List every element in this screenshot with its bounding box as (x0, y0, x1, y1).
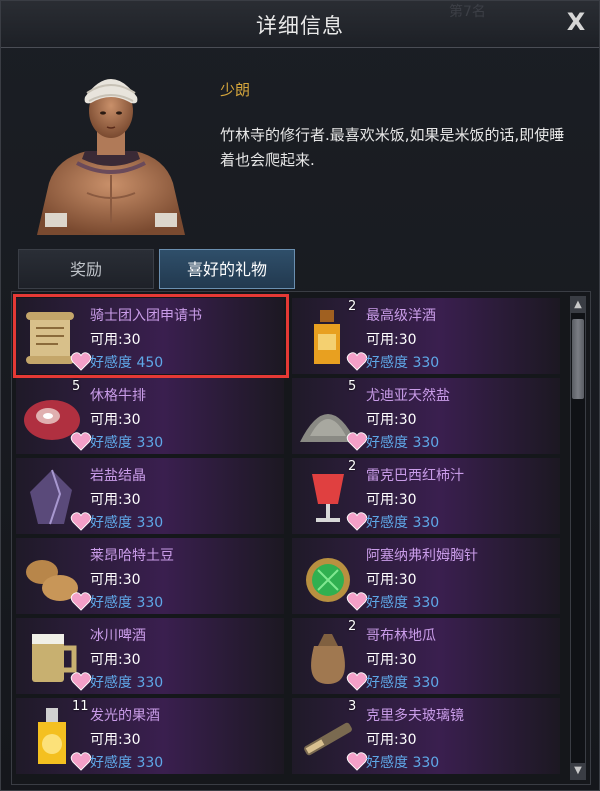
gift-item[interactable]: 岩盐结晶可用:30 好感度 330 (16, 458, 284, 534)
tab-reward[interactable]: 奖励 (18, 249, 154, 289)
item-name: 岩盐结晶 (90, 468, 146, 484)
heart-icon (70, 752, 92, 771)
item-favor: 好感度 330 (90, 435, 164, 451)
item-count: 2 (348, 459, 357, 474)
gift-item[interactable]: 3 克里多夫玻璃镜 可用:30 好感度 330 (292, 698, 560, 774)
item-favor: 好感度 330 (90, 515, 164, 531)
heart-icon (70, 672, 92, 691)
heart-icon (346, 592, 368, 611)
gift-item[interactable]: 11 发光的果酒可用:30 好感度 330 (16, 698, 284, 774)
heart-icon (70, 352, 92, 371)
item-count: 5 (72, 379, 81, 394)
item-count: 11 (72, 699, 89, 714)
gift-item[interactable]: 2 雷克巴西红柿汁 可用:30 好感度 330 (292, 458, 560, 534)
heart-icon (70, 432, 92, 451)
item-name: 雷克巴西红柿汁 (366, 468, 464, 484)
heart-icon (346, 752, 368, 771)
item-available: 可用:30 (90, 732, 141, 748)
heart-icon (346, 432, 368, 451)
gift-item[interactable]: 阿塞纳弗利姆胸针 可用:30 好感度 330 (292, 538, 560, 614)
item-favor: 好感度 330 (90, 755, 164, 771)
item-name: 莱昂哈特土豆 (90, 548, 174, 564)
item-favor: 好感度 330 (90, 675, 164, 691)
gift-item[interactable]: 莱昂哈特土豆 可用:30 好感度 330 (16, 538, 284, 614)
item-available: 可用:30 (366, 492, 417, 508)
title-bar: 第7名 详细信息 X (1, 1, 599, 48)
item-name: 休格牛排 (90, 388, 146, 404)
npc-description: 竹林寺的修行者.最喜欢米饭,如果是米饭的话,即使睡着也会爬起来. (220, 126, 565, 169)
item-name: 冰川啤酒 (90, 628, 146, 644)
item-favor: 好感度 330 (366, 755, 440, 771)
gift-item[interactable]: 2 最高级洋酒可用:30 好感度 330 (292, 298, 560, 374)
tab-favorite-gifts[interactable]: 喜好的礼物 (159, 249, 295, 289)
item-name: 克里多夫玻璃镜 (366, 708, 464, 724)
gift-item[interactable]: 冰川啤酒可用:30 好感度 330 (16, 618, 284, 694)
item-available: 可用:30 (366, 732, 417, 748)
item-favor: 好感度 330 (366, 355, 440, 371)
item-favor: 好感度 330 (90, 595, 164, 611)
item-name: 哥布林地瓜 (366, 628, 436, 644)
item-favor: 好感度 450 (90, 355, 164, 371)
item-count: 2 (348, 299, 357, 314)
close-button[interactable]: X (565, 10, 587, 34)
gift-item[interactable]: 骑士团入团申请书 可用:30 好感度 450 (16, 298, 284, 374)
item-favor: 好感度 330 (366, 515, 440, 531)
detail-window: 第7名 详细信息 X 少朗 竹林寺的修行者.最喜欢米饭,如果是米饭的话,即使睡着… (0, 0, 600, 791)
heart-icon (346, 512, 368, 531)
gift-item[interactable]: 5 尤迪亚天然盐 可用:30 好感度 330 (292, 378, 560, 454)
heart-icon (70, 512, 92, 531)
item-count: 3 (348, 699, 357, 714)
item-available: 可用:30 (90, 332, 141, 348)
item-favor: 好感度 330 (366, 435, 440, 451)
window-title: 详细信息 (256, 14, 344, 38)
scroll-down-icon[interactable]: ▼ (571, 763, 585, 779)
item-available: 可用:30 (90, 572, 141, 588)
item-name: 尤迪亚天然盐 (366, 388, 450, 404)
item-favor: 好感度 330 (366, 675, 440, 691)
gift-list: 骑士团入团申请书 可用:30 好感度 450 2 最高级洋酒 可用:30 好感度 330 5 休… (11, 291, 591, 785)
gift-item[interactable]: 2 哥布林地瓜可用:30 好感度 330 (292, 618, 560, 694)
item-name: 最高级洋酒 (366, 308, 436, 324)
item-name: 骑士团入团申请书 (90, 308, 202, 324)
heart-icon (346, 352, 368, 371)
heart-icon (70, 592, 92, 611)
item-count: 2 (348, 619, 357, 634)
gift-item[interactable]: 5 休格牛排可用:30 好感度 330 (16, 378, 284, 454)
item-name: 发光的果酒 (90, 708, 160, 724)
item-favor: 好感度 330 (366, 595, 440, 611)
item-available: 可用:30 (90, 652, 141, 668)
heart-icon (346, 672, 368, 691)
item-count: 5 (348, 379, 357, 394)
scroll-thumb[interactable] (572, 319, 584, 399)
npc-portrait (37, 79, 185, 235)
scroll-up-icon[interactable]: ▲ (571, 297, 585, 313)
item-available: 可用:30 (366, 412, 417, 428)
item-available: 可用:30 (90, 412, 141, 428)
scrollbar[interactable]: ▲ ▼ (570, 296, 586, 780)
npc-name: 少朗 (220, 81, 251, 99)
item-available: 可用:30 (366, 332, 417, 348)
item-name: 阿塞纳弗利姆胸针 (366, 548, 478, 564)
item-available: 可用:30 (366, 572, 417, 588)
item-available: 可用:30 (90, 492, 141, 508)
item-available: 可用:30 (366, 652, 417, 668)
